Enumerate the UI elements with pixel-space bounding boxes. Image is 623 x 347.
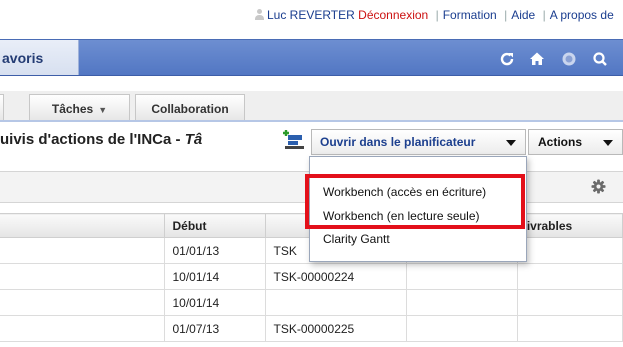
table-row[interactable]: 10/01/14 xyxy=(0,289,623,316)
header-bar: avoris xyxy=(0,39,623,76)
record-icon[interactable] xyxy=(561,51,577,67)
top-links: Luc REVERTER Déconnexion | Formation | Aid… xyxy=(255,8,623,26)
grid-cell xyxy=(405,289,518,316)
column-header[interactable] xyxy=(0,213,165,238)
menu-item-workbench-readonly[interactable]: Workbench (en lecture seule) xyxy=(323,209,480,223)
tab-collaboration[interactable]: Collaboration xyxy=(135,94,245,121)
grid-cell xyxy=(0,263,165,290)
link-separator: | xyxy=(504,8,508,22)
tab-tasks[interactable]: Tâches ▼ xyxy=(29,94,130,121)
tab-underline xyxy=(0,120,623,122)
grid-cell-task-id: TSK-00000224 xyxy=(264,263,407,290)
column-header-deliverables[interactable]: Livrables xyxy=(516,213,623,238)
home-icon[interactable] xyxy=(529,51,545,67)
page-title: uivis d'actions de l'INCa - Tâ xyxy=(0,131,202,148)
grid-cell xyxy=(405,315,518,342)
grid-cell-task-id xyxy=(264,289,407,316)
tab-partial[interactable] xyxy=(0,94,4,121)
grid-cell-start-date: 10/01/14 xyxy=(163,289,266,316)
user-icon xyxy=(255,9,264,20)
tab-collaboration-label: Collaboration xyxy=(151,102,229,116)
favorites-label: avoris xyxy=(2,50,44,66)
grid-cell-start-date: 01/07/13 xyxy=(163,315,266,342)
tab-tasks-label: Tâches xyxy=(51,102,94,116)
table-row[interactable]: 10/01/14 TSK-00000224 xyxy=(0,263,623,290)
add-to-planner-icon[interactable] xyxy=(282,127,306,151)
favorites-menu[interactable]: avoris xyxy=(0,40,79,75)
logout-link[interactable]: Déconnexion xyxy=(358,8,428,22)
refresh-icon[interactable] xyxy=(499,51,515,67)
grid-cell xyxy=(0,237,165,264)
search-icon[interactable] xyxy=(592,51,608,67)
grid-cell xyxy=(516,315,623,342)
user-name-link[interactable]: Luc REVERTER xyxy=(267,8,355,22)
menu-item-workbench-write[interactable]: Workbench (accès en écriture) xyxy=(323,185,486,199)
grid-cell xyxy=(516,289,623,316)
page-title-text: uivis d'actions de l'INCa - xyxy=(0,131,185,148)
link-separator: | xyxy=(435,8,439,22)
dropdown-arrow-icon xyxy=(506,140,516,146)
menu-item-clarity-gantt[interactable]: Clarity Gantt xyxy=(323,232,390,246)
grid-cell xyxy=(0,315,165,342)
column-header-start[interactable]: Début xyxy=(163,213,266,238)
chevron-down-icon: ▼ xyxy=(98,105,108,115)
training-link[interactable]: Formation xyxy=(443,8,497,22)
grid-cell xyxy=(516,237,623,264)
page-title-italic: Tâ xyxy=(184,131,203,148)
tab-strip: Tâches ▼ Collaboration xyxy=(0,91,623,122)
open-in-planner-dropdown[interactable]: Ouvrir dans le planificateur xyxy=(311,129,526,155)
grid-cell-task-id: TSK-00000225 xyxy=(264,315,407,342)
dropdown-arrow-icon xyxy=(603,140,613,146)
grid-cell-start-date: 10/01/14 xyxy=(163,263,266,290)
link-separator: | xyxy=(542,8,546,22)
open-in-planner-label: Ouvrir dans le planificateur xyxy=(320,135,476,149)
grid-cell xyxy=(516,263,623,290)
about-link[interactable]: A propos de xyxy=(550,8,614,22)
actions-label: Actions xyxy=(538,135,583,149)
table-row[interactable]: 01/07/13 TSK-00000225 xyxy=(0,315,623,342)
grid-cell xyxy=(0,289,165,316)
grid-cell-start-date: 01/01/13 xyxy=(163,237,266,264)
actions-dropdown[interactable]: Actions xyxy=(528,129,623,155)
grid-cell xyxy=(405,263,518,290)
help-link[interactable]: Aide xyxy=(511,8,535,22)
planner-dropdown-menu: Workbench (accès en écriture) Workbench … xyxy=(309,156,527,262)
gear-icon[interactable] xyxy=(591,179,606,194)
